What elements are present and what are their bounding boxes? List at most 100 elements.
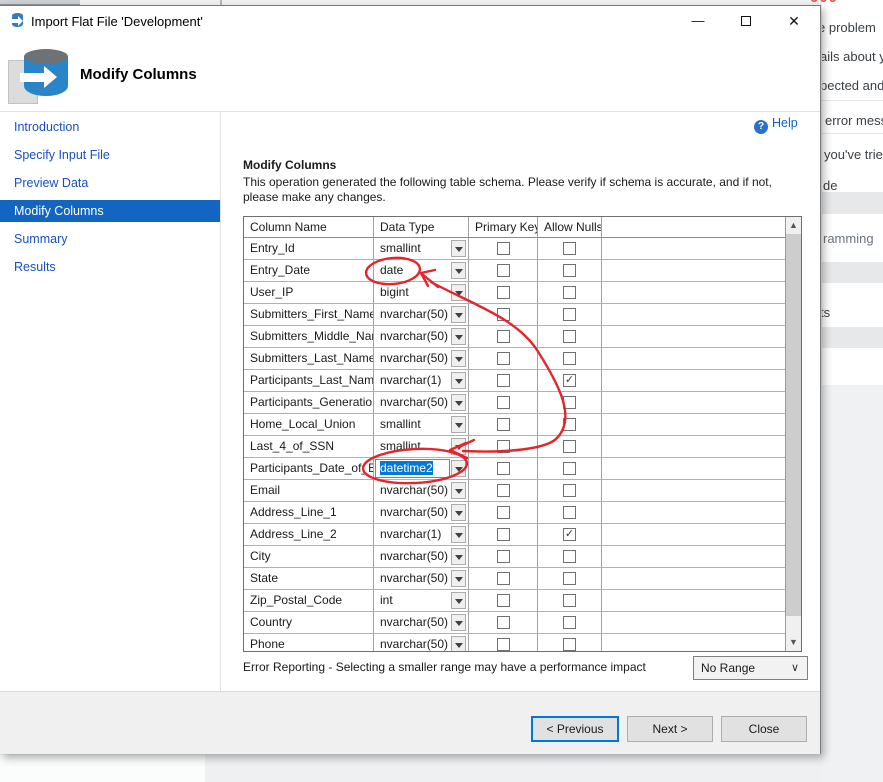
primary-key-checkbox[interactable]	[497, 264, 510, 277]
data-type-dropdown-icon[interactable]	[451, 526, 466, 543]
data-type-dropdown-icon[interactable]	[451, 460, 466, 477]
data-type-cell[interactable]: nvarchar(50)	[374, 568, 469, 589]
data-type-cell[interactable]: nvarchar(1)	[374, 370, 469, 391]
column-name-cell[interactable]: Submitters_Middle_Name	[244, 326, 374, 347]
sidebar-item-summary[interactable]: Summary	[0, 228, 220, 250]
data-type-dropdown-icon[interactable]	[451, 548, 466, 565]
allow-nulls-checkbox[interactable]	[563, 264, 576, 277]
data-type-dropdown-icon[interactable]	[451, 482, 466, 499]
allow-nulls-checkbox[interactable]	[563, 506, 576, 519]
primary-key-checkbox[interactable]	[497, 418, 510, 431]
minimize-button[interactable]: —	[676, 6, 720, 36]
primary-key-checkbox[interactable]	[497, 330, 510, 343]
column-name-cell[interactable]: Last_4_of_SSN	[244, 436, 374, 457]
data-type-cell[interactable]: smallint	[374, 414, 469, 435]
data-type-dropdown-icon[interactable]	[451, 328, 466, 345]
data-type-cell[interactable]: nvarchar(50)	[374, 634, 469, 651]
data-type-dropdown-icon[interactable]	[451, 350, 466, 367]
column-name-cell[interactable]: Entry_Id	[244, 238, 374, 259]
primary-key-checkbox[interactable]	[497, 440, 510, 453]
column-name-cell[interactable]: Participants_Last_Name	[244, 370, 374, 391]
data-type-cell[interactable]: datetime2	[374, 458, 469, 479]
allow-nulls-checkbox[interactable]	[563, 550, 576, 563]
column-name-cell[interactable]: Country	[244, 612, 374, 633]
data-type-cell[interactable]: nvarchar(50)	[374, 502, 469, 523]
allow-nulls-checkbox[interactable]	[563, 242, 576, 255]
data-type-cell[interactable]: nvarchar(50)	[374, 348, 469, 369]
allow-nulls-checkbox[interactable]	[563, 352, 576, 365]
data-type-dropdown-icon[interactable]	[451, 306, 466, 323]
primary-key-checkbox[interactable]	[497, 572, 510, 585]
sidebar-item-results[interactable]: Results	[0, 256, 220, 278]
allow-nulls-checkbox[interactable]	[563, 594, 576, 607]
help-link[interactable]: ?Help	[754, 116, 798, 134]
column-name-cell[interactable]: Phone	[244, 634, 374, 651]
close-wizard-button[interactable]: Close	[721, 716, 807, 742]
column-name-cell[interactable]: Participants_Generation	[244, 392, 374, 413]
table-scrollbar[interactable]: ▲ ▼	[785, 217, 801, 651]
allow-nulls-checkbox[interactable]	[563, 418, 576, 431]
data-type-dropdown-icon[interactable]	[451, 438, 466, 455]
column-name-cell[interactable]: Zip_Postal_Code	[244, 590, 374, 611]
primary-key-checkbox[interactable]	[497, 484, 510, 497]
primary-key-checkbox[interactable]	[497, 506, 510, 519]
allow-nulls-checkbox[interactable]	[563, 638, 576, 651]
allow-nulls-checkbox[interactable]	[563, 440, 576, 453]
data-type-cell[interactable]: smallint	[374, 238, 469, 259]
data-type-cell[interactable]: int	[374, 590, 469, 611]
column-name-cell[interactable]: User_IP	[244, 282, 374, 303]
scrollbar-down-icon[interactable]: ▼	[786, 634, 801, 651]
data-type-cell[interactable]: nvarchar(50)	[374, 546, 469, 567]
column-name-cell[interactable]: State	[244, 568, 374, 589]
previous-button[interactable]: < Previous	[531, 716, 619, 742]
data-type-cell[interactable]: bigint	[374, 282, 469, 303]
column-name-cell[interactable]: Address_Line_2	[244, 524, 374, 545]
data-type-dropdown-icon[interactable]	[451, 614, 466, 631]
primary-key-checkbox[interactable]	[497, 462, 510, 475]
column-name-cell[interactable]: City	[244, 546, 374, 567]
data-type-cell[interactable]: nvarchar(50)	[374, 612, 469, 633]
data-type-dropdown-icon[interactable]	[451, 570, 466, 587]
sidebar-item-modify-columns[interactable]: Modify Columns	[0, 200, 220, 222]
allow-nulls-checkbox[interactable]: ✓	[563, 528, 576, 541]
allow-nulls-checkbox[interactable]	[563, 308, 576, 321]
primary-key-checkbox[interactable]	[497, 638, 510, 651]
data-type-cell[interactable]: nvarchar(50)	[374, 392, 469, 413]
data-type-cell[interactable]: nvarchar(1)	[374, 524, 469, 545]
close-button[interactable]: ✕	[772, 6, 816, 36]
primary-key-checkbox[interactable]	[497, 374, 510, 387]
maximize-button[interactable]	[724, 6, 768, 36]
sidebar-item-preview-data[interactable]: Preview Data	[0, 172, 220, 194]
allow-nulls-checkbox[interactable]	[563, 396, 576, 409]
data-type-cell[interactable]: nvarchar(50)	[374, 480, 469, 501]
allow-nulls-checkbox[interactable]	[563, 616, 576, 629]
allow-nulls-checkbox[interactable]	[563, 330, 576, 343]
primary-key-checkbox[interactable]	[497, 396, 510, 409]
column-name-cell[interactable]: Address_Line_1	[244, 502, 374, 523]
scrollbar-thumb[interactable]	[786, 234, 801, 616]
allow-nulls-checkbox[interactable]	[563, 462, 576, 475]
allow-nulls-checkbox[interactable]	[563, 286, 576, 299]
primary-key-checkbox[interactable]	[497, 286, 510, 299]
primary-key-checkbox[interactable]	[497, 594, 510, 607]
next-button[interactable]: Next >	[627, 716, 713, 742]
sidebar-item-introduction[interactable]: Introduction	[0, 116, 220, 138]
allow-nulls-checkbox[interactable]	[563, 484, 576, 497]
allow-nulls-checkbox[interactable]	[563, 572, 576, 585]
primary-key-checkbox[interactable]	[497, 528, 510, 541]
data-type-dropdown-icon[interactable]	[451, 284, 466, 301]
error-range-dropdown[interactable]: No Range ∨	[693, 656, 808, 680]
primary-key-checkbox[interactable]	[497, 616, 510, 629]
sidebar-item-specify-input-file[interactable]: Specify Input File	[0, 144, 220, 166]
data-type-dropdown-icon[interactable]	[451, 262, 466, 279]
data-type-dropdown-icon[interactable]	[451, 394, 466, 411]
column-name-cell[interactable]: Email	[244, 480, 374, 501]
data-type-cell[interactable]: nvarchar(50)	[374, 326, 469, 347]
column-name-cell[interactable]: Entry_Date	[244, 260, 374, 281]
primary-key-checkbox[interactable]	[497, 550, 510, 563]
data-type-dropdown-icon[interactable]	[451, 416, 466, 433]
allow-nulls-checkbox[interactable]: ✓	[563, 374, 576, 387]
data-type-dropdown-icon[interactable]	[451, 372, 466, 389]
primary-key-checkbox[interactable]	[497, 308, 510, 321]
scrollbar-up-icon[interactable]: ▲	[786, 217, 801, 234]
